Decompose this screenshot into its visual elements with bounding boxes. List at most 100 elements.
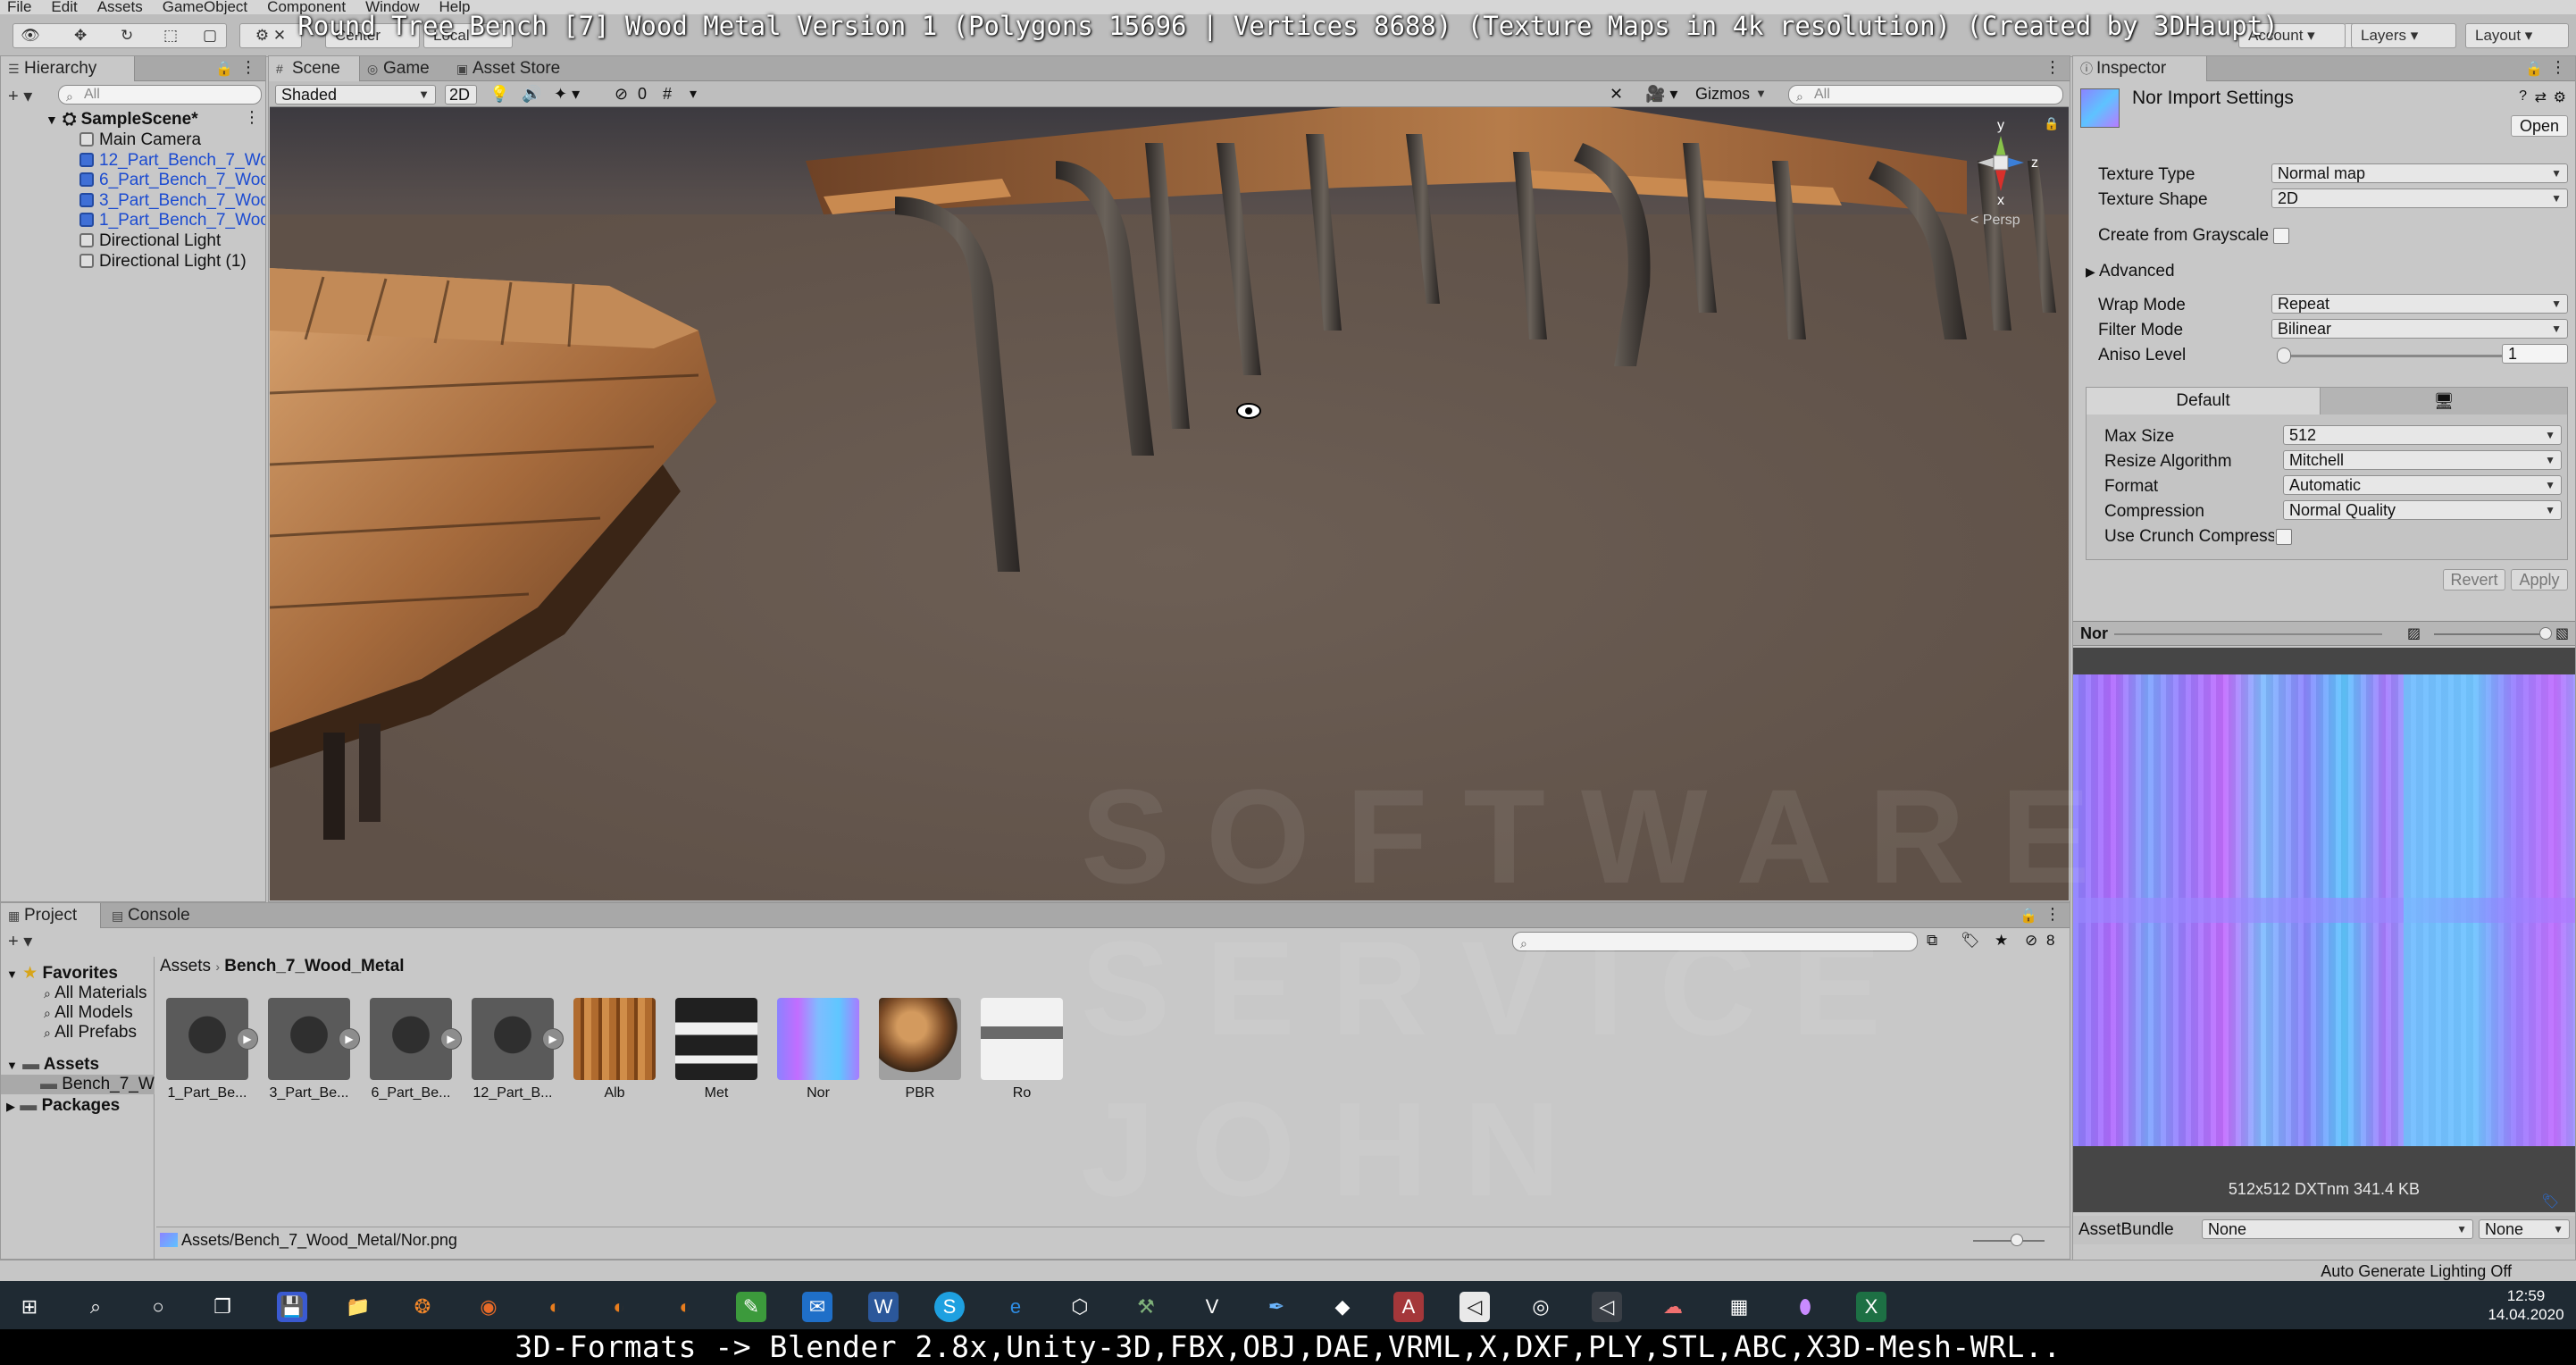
2d-toggle[interactable]: 2D — [445, 85, 477, 105]
filter-type-icon[interactable]: ⧉ — [1927, 932, 1937, 950]
texture-type-dropdown[interactable]: Normal map ▼ — [2271, 163, 2568, 183]
max-size-dropdown[interactable]: 512 ▼ — [2283, 425, 2562, 445]
hierarchy-item[interactable]: Directional Light — [79, 231, 265, 251]
tab-hierarchy[interactable]: ☰ Hierarchy — [1, 56, 135, 81]
hierarchy-item[interactable]: 3_Part_Bench_7_Woo — [79, 191, 265, 211]
format-dropdown[interactable]: Automatic ▼ — [2283, 475, 2562, 495]
file-explorer-icon[interactable]: 📁 — [343, 1292, 373, 1322]
settings-gear-icon[interactable]: ⚙ — [2554, 88, 2566, 106]
filter-mode-dropdown[interactable]: Bilinear ▼ — [2271, 319, 2568, 339]
maps-pin-icon[interactable]: ⬮ — [1790, 1292, 1820, 1322]
breadcrumb-current[interactable]: Bench_7_Wood_Metal — [224, 957, 404, 976]
excel-icon[interactable]: X — [1856, 1292, 1886, 1322]
asset-item[interactable]: Met — [667, 996, 765, 1130]
mip-slider-track[interactable] — [2434, 633, 2550, 635]
notepad-icon[interactable]: ✎ — [736, 1292, 766, 1322]
aniso-slider-thumb[interactable] — [2277, 348, 2291, 364]
favorite-star-icon[interactable]: ★ — [1995, 932, 2008, 950]
unity-active-icon[interactable]: ◁ — [1592, 1292, 1622, 1322]
preview-tag-icon[interactable]: 🏷 — [2541, 1193, 2559, 1210]
blender-icon-2[interactable]: ◐ — [604, 1292, 634, 1322]
expand-model-icon[interactable]: ▶ — [339, 1028, 360, 1050]
outlook-icon[interactable]: ✉ — [802, 1292, 832, 1322]
resize-algorithm-dropdown[interactable]: Mitchell ▼ — [2283, 450, 2562, 470]
favorites-node[interactable]: ▼ ★ Favorites — [6, 964, 118, 984]
preset-icon[interactable]: ⇄ — [2535, 88, 2547, 106]
edge-icon[interactable]: e — [1000, 1292, 1031, 1322]
unity-hub-icon[interactable]: ⬡ — [1065, 1292, 1095, 1322]
assets-node[interactable]: ▼ ▬ Assets — [6, 1055, 99, 1076]
asset-item[interactable]: ▶ 3_Part_Be... — [260, 996, 360, 1130]
platform-tab-standalone[interactable]: 🖥 — [2321, 388, 2567, 415]
grayscale-checkbox[interactable] — [2273, 228, 2289, 244]
create-plus-icon[interactable]: + ▾ — [8, 85, 32, 107]
open-button[interactable]: Open — [2511, 115, 2568, 137]
help-icon[interactable]: ? — [2519, 88, 2527, 105]
lock-icon[interactable]: 🔒 — [215, 60, 233, 78]
hierarchy-item[interactable]: 6_Part_Bench_7_Wood — [79, 171, 265, 190]
asset-item[interactable]: PBR — [871, 996, 969, 1130]
grid-dropdown-icon[interactable]: ▾ — [690, 85, 697, 103]
wrap-mode-dropdown[interactable]: Repeat ▼ — [2271, 294, 2568, 314]
asset-item[interactable]: ▶ 1_Part_Be... — [158, 996, 258, 1130]
shading-dropdown[interactable]: Shaded ▼ — [275, 85, 436, 105]
scene-lock-icon[interactable]: 🔒 — [2044, 116, 2059, 131]
word-icon[interactable]: W — [868, 1292, 899, 1322]
skype-icon[interactable]: S — [934, 1292, 965, 1322]
channel-toggle-icon[interactable]: ▨ — [2407, 624, 2421, 642]
blender-icon-1[interactable]: ◐ — [539, 1292, 570, 1322]
texture-shape-dropdown[interactable]: 2D ▼ — [2271, 188, 2568, 208]
mip-slider-thumb[interactable] — [2539, 627, 2552, 640]
preview-mip-icon[interactable]: ▧ — [2555, 624, 2569, 642]
favorite-all-prefabs[interactable]: ⌕ All Prefabs — [44, 1023, 137, 1043]
app-inkscape-icon[interactable]: ◆ — [1327, 1292, 1358, 1322]
inspector-more-icon[interactable]: ⋮ — [2550, 58, 2566, 77]
advanced-foldout[interactable]: ▶ Advanced — [2086, 262, 2175, 281]
taskbar-search-icon[interactable]: ⌕ — [80, 1292, 111, 1322]
asset-item[interactable]: Alb — [565, 996, 664, 1130]
gizmos-dropdown[interactable]: Gizmos ▼ — [1690, 85, 1772, 105]
expand-model-icon[interactable]: ▶ — [237, 1028, 258, 1050]
scene-more-options-icon[interactable]: ⋮ — [2045, 58, 2061, 77]
aniso-level-input[interactable]: 1 — [2502, 344, 2568, 364]
more-options-icon[interactable]: ⋮ — [240, 58, 256, 77]
compression-dropdown[interactable]: Normal Quality ▼ — [2283, 500, 2562, 520]
vivaldi-icon[interactable]: V — [1197, 1292, 1227, 1322]
favorite-all-models[interactable]: ⌕ All Models — [44, 1003, 133, 1023]
thumbnail-size-thumb[interactable] — [2011, 1234, 2023, 1246]
tab-inspector[interactable]: ⓘ Inspector — [2073, 56, 2207, 81]
asset-item[interactable]: ▶ 6_Part_Be... — [362, 996, 462, 1130]
app-tools-icon[interactable]: ⚒ — [1131, 1292, 1161, 1322]
grid-toggle-icon[interactable]: # — [663, 85, 672, 104]
inspector-lock-icon[interactable]: 🔒 — [2525, 60, 2543, 78]
obs-icon[interactable]: ◎ — [1526, 1292, 1556, 1322]
expand-arrow-icon[interactable]: ▼ — [46, 113, 58, 127]
hidden-objects-icon[interactable]: ⊘ — [615, 85, 628, 104]
scene-more-icon[interactable]: ⋮ — [244, 108, 260, 127]
asset-item[interactable]: Nor — [769, 996, 867, 1130]
hierarchy-item[interactable]: 1_Part_Bench_7_Woo — [79, 211, 265, 230]
project-create-icon[interactable]: + ▾ — [8, 930, 32, 952]
tab-scene[interactable]: # Scene — [269, 56, 360, 81]
orientation-gizmo[interactable]: y z x < Persp — [1949, 118, 2056, 234]
aniso-slider-track[interactable] — [2277, 355, 2509, 357]
expand-model-icon[interactable]: ▶ — [440, 1028, 462, 1050]
cortana-icon[interactable]: ○ — [143, 1292, 173, 1322]
scene-search-input[interactable]: ⌕ All — [1788, 85, 2063, 105]
assetbundle-dropdown[interactable]: None ▼ — [2202, 1219, 2473, 1239]
app-pen-icon[interactable]: ✒ — [1261, 1292, 1292, 1322]
camera-settings-icon[interactable]: 🎥 ▾ — [1645, 85, 1677, 104]
preview-more-icon[interactable]: ⋮ — [2570, 623, 2576, 641]
hierarchy-search-input[interactable]: ⌕ All — [58, 85, 262, 105]
hierarchy-item[interactable]: 12_Part_Bench_7_Woo — [79, 151, 265, 171]
app-brain-icon[interactable]: ☁ — [1658, 1292, 1688, 1322]
asset-item[interactable]: Ro — [973, 996, 1071, 1130]
platform-tab-default[interactable]: Default — [2087, 388, 2321, 415]
asset-item[interactable]: ▶ 12_Part_B... — [464, 996, 564, 1130]
task-view-icon[interactable]: ❐ — [207, 1292, 238, 1322]
expand-model-icon[interactable]: ▶ — [542, 1028, 564, 1050]
tab-game[interactable]: ◎ Game — [360, 56, 446, 81]
access-icon[interactable]: A — [1393, 1292, 1424, 1322]
unity-editor-icon[interactable]: ◁ — [1459, 1292, 1490, 1322]
audio-toggle-icon[interactable]: 🔊 — [522, 85, 541, 104]
